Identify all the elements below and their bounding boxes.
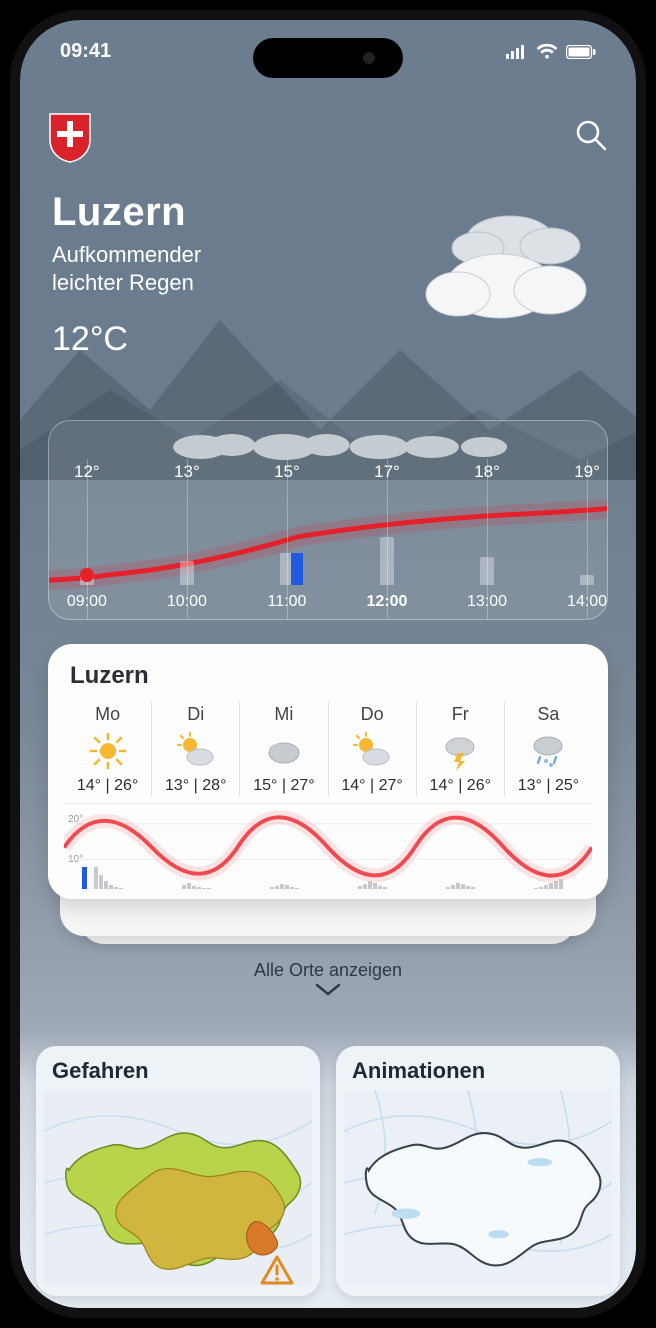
hourly-time-label: 10:00 <box>167 593 207 611</box>
hero-description: Aufkommender leichter Regen <box>52 241 201 296</box>
hourly-time-label: 09:00 <box>67 593 107 611</box>
weekly-temps: 14° | 27° <box>341 777 402 795</box>
weekly-temp-chart: 20° 10° <box>64 803 592 889</box>
weather-sun-icon <box>88 731 128 771</box>
weekly-day-label: Mo <box>95 704 120 725</box>
show-all-places-button[interactable]: Alle Orte anzeigen <box>20 960 636 997</box>
weekly-title: Luzern <box>70 662 592 690</box>
cellular-icon <box>506 45 528 59</box>
weekly-precip-group <box>152 859 240 889</box>
weekly-precip-group <box>240 859 328 889</box>
weather-sun-cloud-icon <box>352 731 392 771</box>
hourly-temp-label: 19° <box>574 462 600 482</box>
hourly-forecast-card[interactable]: 12° 09:00 13° 10:00 15° 11:00 17° 12:00 18° 13:00… <box>48 420 608 620</box>
weather-storm-icon <box>440 731 480 771</box>
hourly-temp-label: 18° <box>474 462 500 482</box>
wifi-icon <box>536 44 558 60</box>
weekly-day-column[interactable]: Do 14° | 27° <box>328 702 416 797</box>
weekly-temps: 13° | 28° <box>165 777 226 795</box>
weekly-day-label: Di <box>187 704 204 725</box>
swiss-logo[interactable] <box>48 112 92 162</box>
weekly-temps: 14° | 26° <box>430 777 491 795</box>
hourly-precip-bar <box>180 561 194 585</box>
hero-temperature: 12°C <box>52 320 201 359</box>
hourly-rain-bar <box>291 553 303 585</box>
weather-snow-rain-icon <box>528 731 568 771</box>
show-all-places-label: Alle Orte anzeigen <box>254 960 402 981</box>
battery-icon <box>566 45 596 59</box>
device-notch <box>253 38 403 78</box>
hourly-time-label: 14:00 <box>567 593 607 611</box>
warning-icon <box>260 1255 294 1290</box>
status-time: 09:41 <box>60 40 111 63</box>
weather-sun-cloud-icon <box>176 731 216 771</box>
weekly-precip-group <box>328 859 416 889</box>
hourly-time-label: 13:00 <box>467 593 507 611</box>
chevron-down-icon <box>315 983 341 997</box>
weekly-day-column[interactable]: Sa 13° | 25° <box>504 702 592 797</box>
hourly-temp-label: 13° <box>174 462 200 482</box>
hourly-temp-label: 15° <box>274 462 300 482</box>
weekly-precip-group <box>64 859 152 889</box>
weekly-temps: 15° | 27° <box>253 777 314 795</box>
weekly-rain-bar <box>82 867 87 889</box>
animations-title: Animationen <box>352 1058 485 1084</box>
current-weather-hero: Luzern Aufkommender leichter Regen 12°C <box>52 190 201 359</box>
weekly-day-column[interactable]: Di 13° | 28° <box>151 702 239 797</box>
hourly-temp-line <box>49 459 607 618</box>
weekly-day-label: Fr <box>452 704 469 725</box>
hourly-current-dot <box>80 568 94 582</box>
hazards-map-tile[interactable]: Gefahren <box>36 1046 320 1296</box>
weekly-day-column[interactable]: Mi 15° | 27° <box>239 702 327 797</box>
weekly-day-label: Do <box>361 704 384 725</box>
hourly-time-label: 11:00 <box>268 593 307 611</box>
hourly-temp-label: 12° <box>74 462 100 482</box>
weekly-day-label: Sa <box>537 704 559 725</box>
hourly-precip-bar <box>380 537 394 585</box>
hero-weather-icon <box>400 200 600 340</box>
hourly-precip-bar <box>480 557 494 585</box>
weekly-day-column[interactable]: Fr 14° | 26° <box>416 702 504 797</box>
weather-cloud-icon <box>264 731 304 771</box>
weekly-precip-group <box>504 859 592 889</box>
weekly-precip-group <box>416 859 504 889</box>
hero-city: Luzern <box>52 190 201 235</box>
weekly-day-column[interactable]: Mo 14° | 26° <box>64 702 151 797</box>
search-icon[interactable] <box>574 118 608 157</box>
weekly-forecast-card[interactable]: Luzern Mo 14° | 26° Di 13° | 28° Mi 15° | 27°… <box>48 644 608 899</box>
animations-map-tile[interactable]: Animationen <box>336 1046 620 1296</box>
weekly-temps: 14° | 26° <box>77 777 138 795</box>
weekly-day-label: Mi <box>274 704 293 725</box>
hourly-precip-bar <box>580 575 594 585</box>
switzerland-map-outline-icon <box>344 1090 612 1286</box>
hourly-time-label: 12:00 <box>367 593 408 611</box>
hourly-temp-label: 17° <box>374 462 400 482</box>
hazards-title: Gefahren <box>52 1058 149 1084</box>
weekly-temps: 13° | 25° <box>518 777 579 795</box>
